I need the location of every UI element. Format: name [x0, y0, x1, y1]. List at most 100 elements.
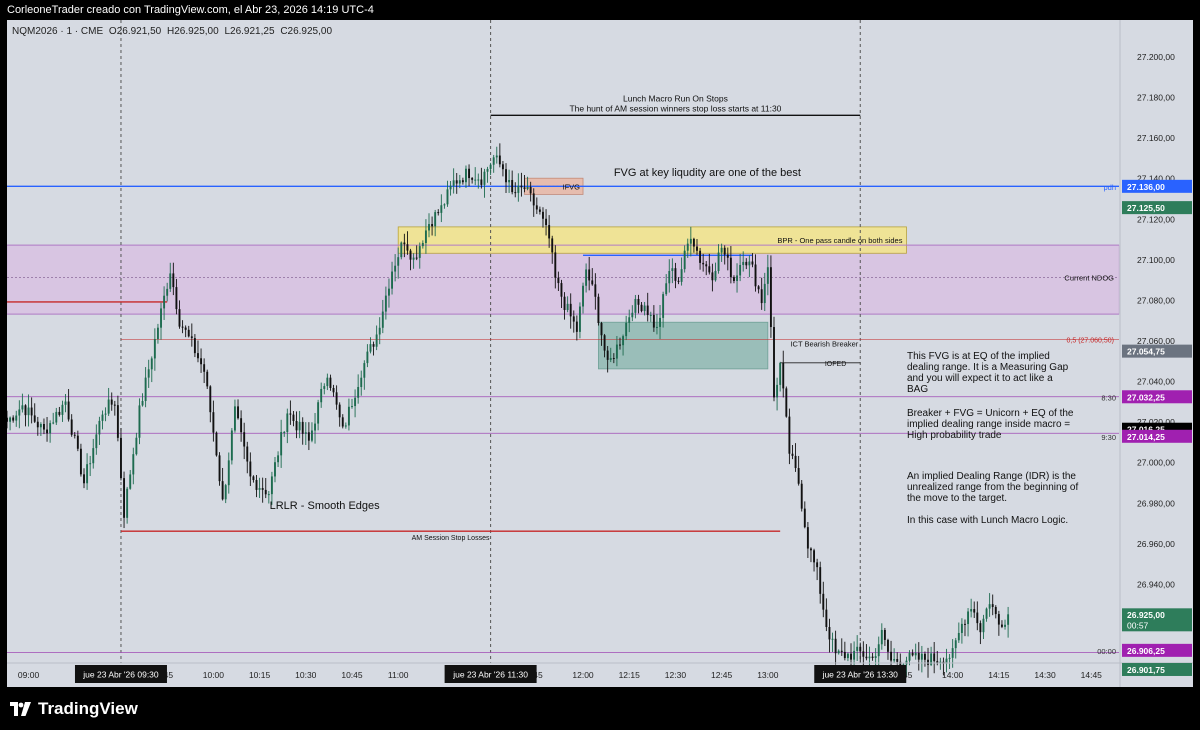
candle-body[interactable] — [751, 261, 754, 265]
candle-body[interactable] — [360, 377, 363, 387]
candle-body[interactable] — [372, 344, 375, 347]
candle-body[interactable] — [391, 271, 393, 289]
candle-body[interactable] — [911, 652, 914, 656]
candle-body[interactable] — [954, 640, 957, 649]
candle-body[interactable] — [840, 650, 843, 652]
candle-body[interactable] — [461, 180, 464, 183]
candle-body[interactable] — [582, 285, 584, 307]
candle-body[interactable] — [843, 651, 846, 659]
candle-body[interactable] — [1000, 624, 1003, 627]
candle-body[interactable] — [985, 608, 988, 619]
candle-body[interactable] — [55, 411, 58, 423]
candle-body[interactable] — [150, 358, 153, 370]
candle-body[interactable] — [699, 250, 702, 263]
candle-body[interactable] — [24, 405, 27, 416]
candle-body[interactable] — [178, 309, 181, 327]
candle-body[interactable] — [742, 261, 745, 265]
candle-body[interactable] — [729, 257, 732, 278]
candle-body[interactable] — [403, 242, 406, 245]
candle-body[interactable] — [739, 264, 742, 276]
candle-body[interactable] — [868, 656, 871, 659]
candle-body[interactable] — [237, 406, 239, 419]
candle-body[interactable] — [73, 434, 76, 436]
candle-body[interactable] — [218, 455, 221, 482]
candle-body[interactable] — [332, 387, 335, 393]
candle-body[interactable] — [33, 415, 36, 422]
candle-body[interactable] — [538, 209, 541, 212]
candle-body[interactable] — [46, 429, 48, 434]
candle-body[interactable] — [837, 650, 840, 654]
candle-body[interactable] — [483, 171, 486, 185]
candle-body[interactable] — [49, 423, 52, 434]
candle-body[interactable] — [153, 339, 156, 359]
candle-body[interactable] — [603, 335, 606, 351]
candle-body[interactable] — [585, 269, 588, 286]
candle-body[interactable] — [184, 327, 187, 330]
candle-body[interactable] — [591, 280, 594, 285]
candle-body[interactable] — [914, 652, 917, 656]
candle-body[interactable] — [615, 344, 618, 359]
tradingview-logo[interactable]: TradingView — [10, 699, 138, 719]
candle-body[interactable] — [233, 406, 236, 431]
candle-body[interactable] — [255, 480, 258, 490]
candle-body[interactable] — [819, 567, 822, 594]
candle-body[interactable] — [779, 363, 782, 385]
candle-body[interactable] — [388, 288, 390, 296]
candle-body[interactable] — [341, 417, 344, 427]
candle-body[interactable] — [908, 652, 911, 661]
candle-body[interactable] — [409, 250, 412, 260]
candle-body[interactable] — [221, 481, 224, 500]
candle-body[interactable] — [748, 261, 751, 266]
candle-body[interactable] — [258, 488, 261, 490]
candle-body[interactable] — [113, 404, 116, 406]
candle-body[interactable] — [227, 460, 230, 486]
candle-body[interactable] — [277, 455, 280, 463]
candle-body[interactable] — [967, 611, 970, 625]
candle-body[interactable] — [354, 397, 357, 407]
candle-body[interactable] — [569, 303, 572, 317]
candle-body[interactable] — [30, 407, 33, 416]
candle-body[interactable] — [517, 185, 520, 193]
candle-body[interactable] — [588, 269, 591, 281]
candle-body[interactable] — [994, 607, 997, 615]
candle-body[interactable] — [230, 430, 233, 461]
candle-body[interactable] — [446, 189, 449, 205]
candle-body[interactable] — [773, 327, 775, 398]
candle-body[interactable] — [991, 604, 994, 608]
candle-body[interactable] — [612, 358, 615, 360]
candle-body[interactable] — [871, 656, 874, 658]
candle-body[interactable] — [21, 405, 24, 410]
candle-body[interactable] — [455, 180, 458, 184]
candle-body[interactable] — [39, 424, 42, 428]
candle-body[interactable] — [816, 562, 819, 568]
candle-body[interactable] — [702, 262, 705, 265]
candle-body[interactable] — [347, 406, 350, 426]
candle-body[interactable] — [471, 178, 474, 180]
candle-body[interactable] — [212, 412, 215, 433]
candle-body[interactable] — [1007, 614, 1010, 625]
candle-body[interactable] — [375, 334, 378, 347]
candle-body[interactable] — [850, 653, 852, 660]
candle-body[interactable] — [806, 527, 809, 549]
candle-body[interactable] — [421, 242, 424, 247]
candle-body[interactable] — [637, 298, 640, 305]
candle-body[interactable] — [745, 261, 748, 266]
candle-body[interactable] — [920, 653, 923, 660]
candle-body[interactable] — [831, 638, 834, 640]
chart-panel[interactable]: Lunch Macro Run On Stops The hunt of AM s… — [7, 20, 1193, 687]
candle-body[interactable] — [859, 646, 862, 652]
candle-body[interactable] — [400, 242, 403, 258]
candle-body[interactable] — [443, 204, 446, 206]
candle-body[interactable] — [791, 453, 794, 456]
candle-body[interactable] — [782, 363, 785, 389]
candle-body[interactable] — [714, 270, 717, 281]
candle-body[interactable] — [431, 224, 434, 227]
candle-body[interactable] — [307, 432, 310, 441]
candle-body[interactable] — [274, 462, 276, 477]
candle-body[interactable] — [822, 593, 825, 610]
candle-body[interactable] — [655, 326, 658, 328]
candle-body[interactable] — [982, 618, 985, 633]
candle-body[interactable] — [9, 417, 12, 422]
candle-body[interactable] — [668, 270, 671, 284]
candle-body[interactable] — [760, 289, 763, 304]
